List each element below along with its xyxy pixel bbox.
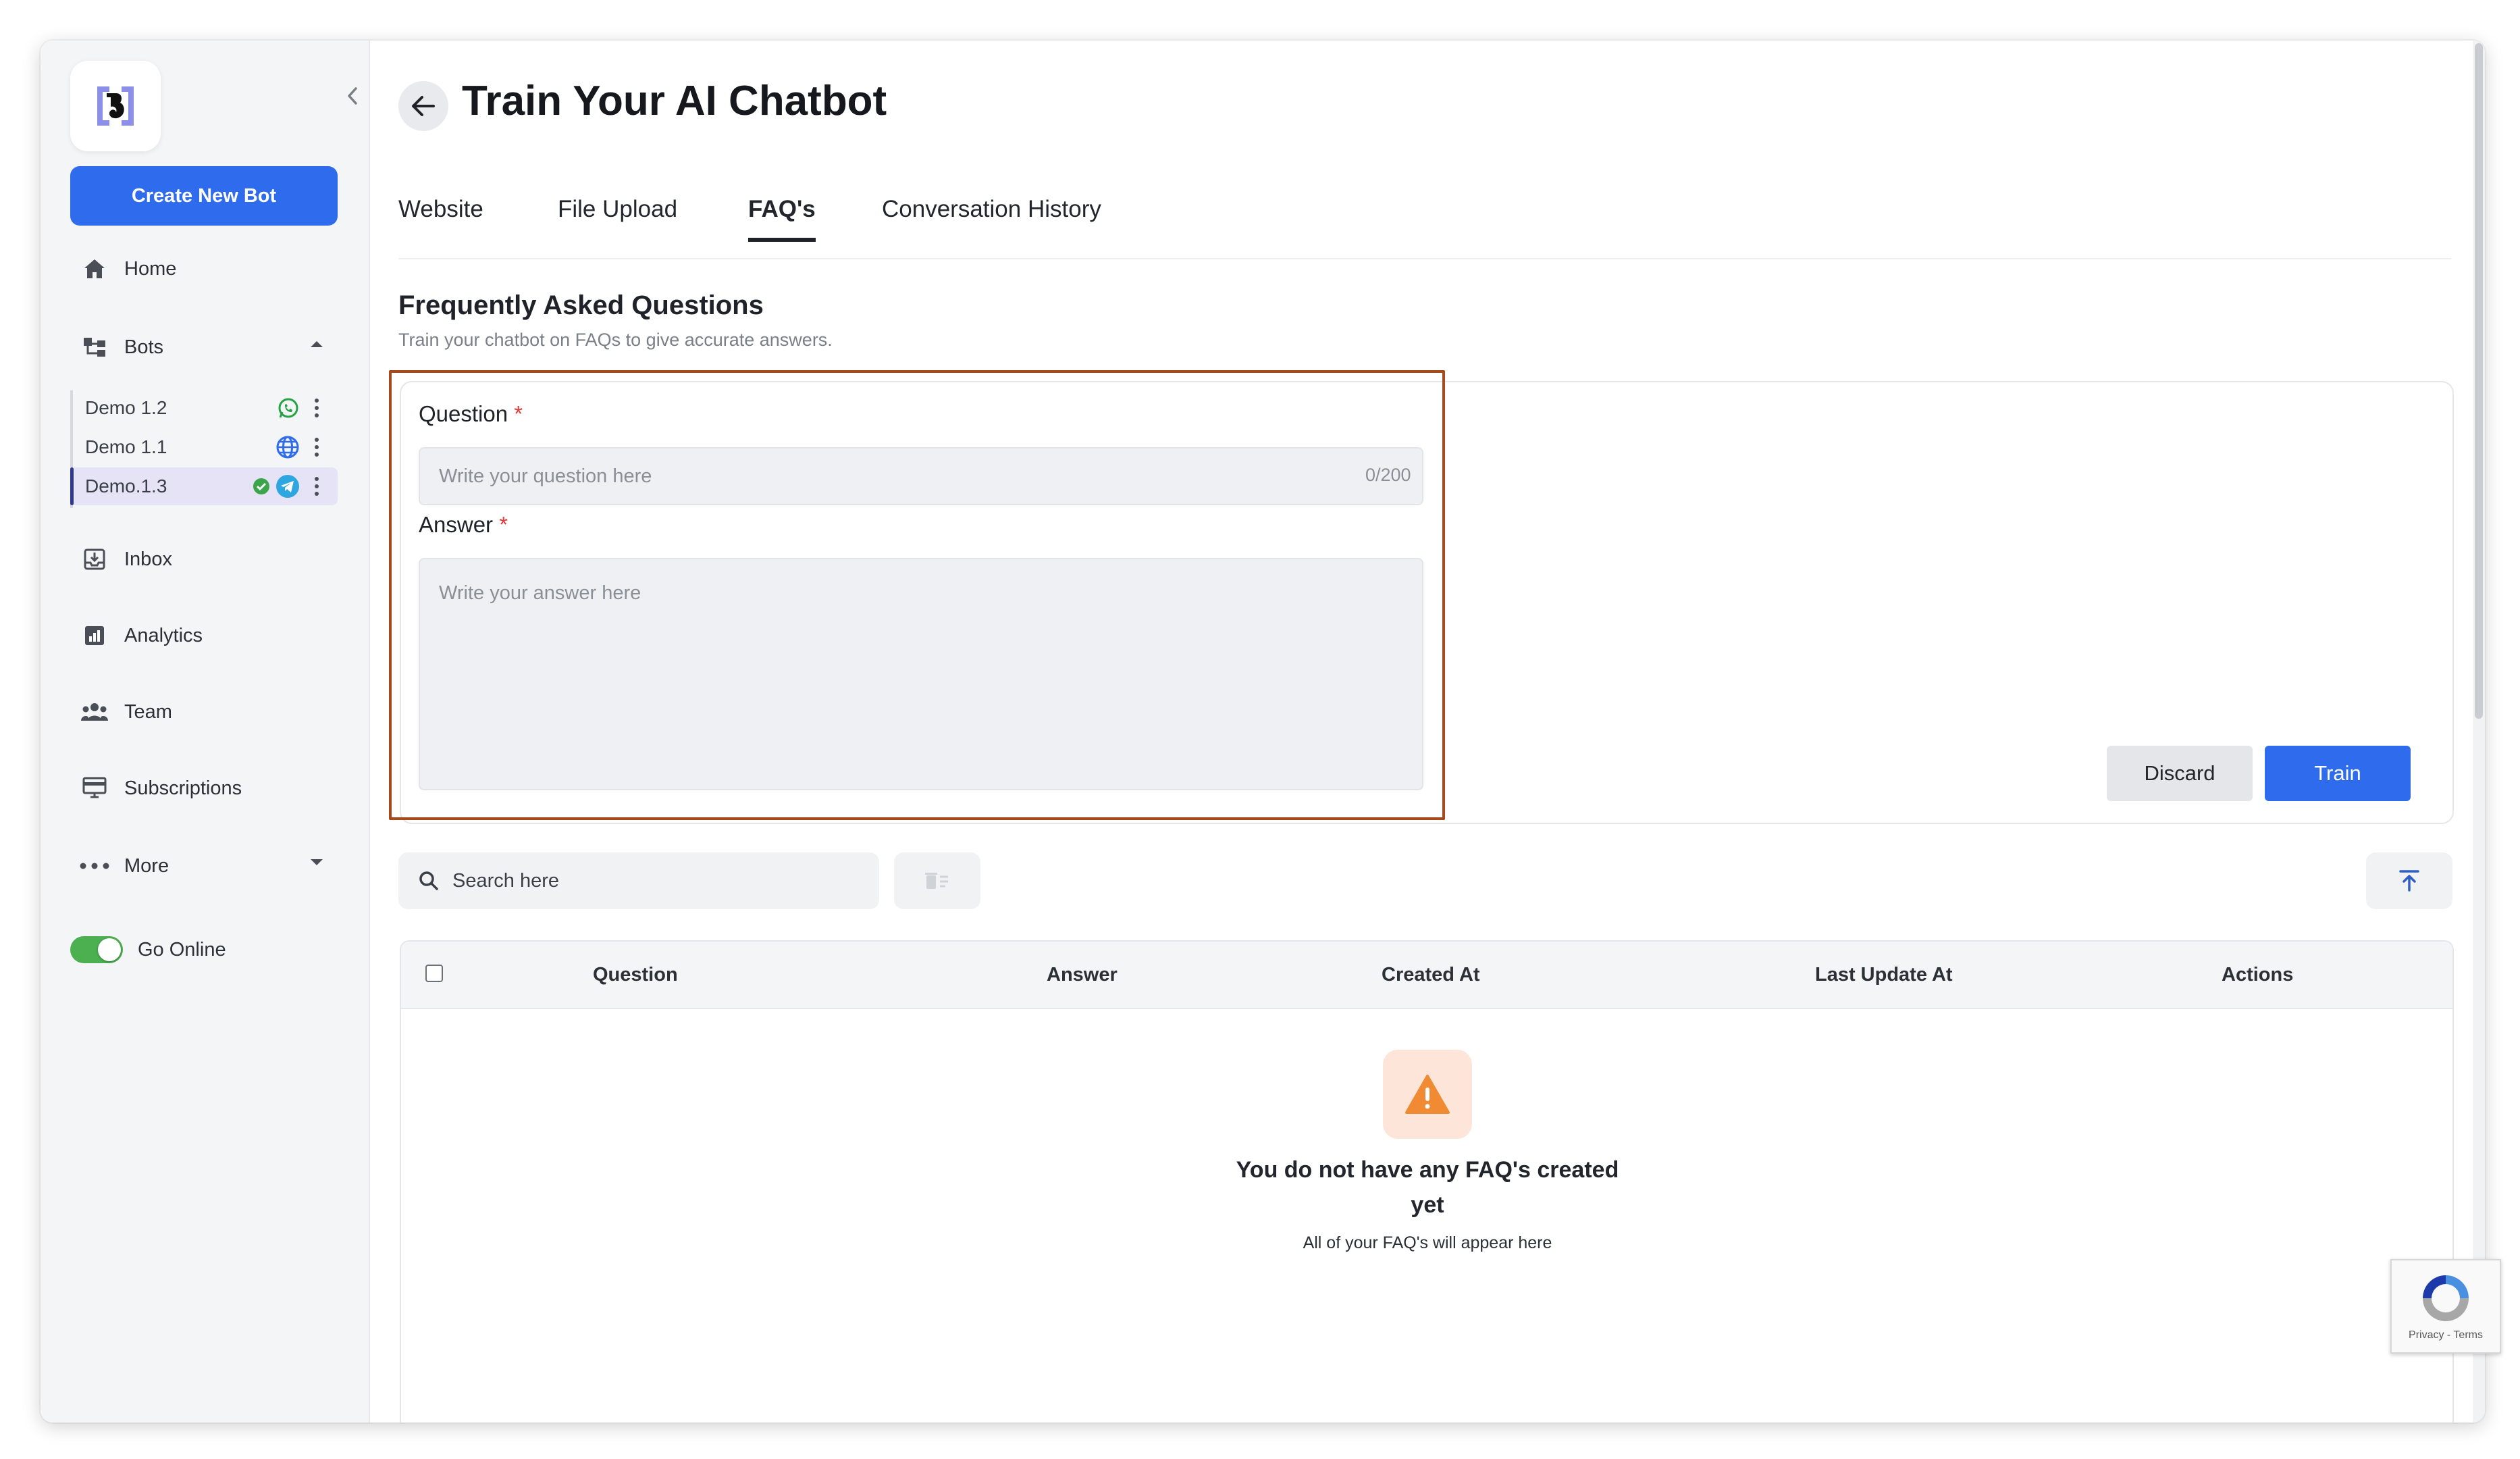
faq-table: Question Answer Created At Last Update A… — [400, 940, 2454, 1423]
globe-icon — [276, 436, 299, 459]
column-answer[interactable]: Answer — [1047, 964, 1118, 986]
tab-faqs[interactable]: FAQ's — [748, 196, 816, 242]
bot-menu-button[interactable] — [308, 399, 325, 417]
nav-home-label: Home — [124, 257, 177, 280]
bot-menu-button[interactable] — [308, 477, 325, 496]
caret-down-icon — [309, 858, 324, 871]
nav-more-label: More — [124, 854, 169, 877]
go-online-toggle[interactable]: Go Online — [70, 929, 226, 970]
answer-label: Answer * — [419, 512, 508, 538]
subscriptions-icon — [74, 777, 115, 800]
empty-state-title: You do not have any FAQ's created yet — [1236, 1157, 1619, 1218]
recaptcha-icon — [2423, 1275, 2469, 1321]
nav-subscriptions[interactable]: Subscriptions — [70, 764, 338, 813]
search-input[interactable] — [451, 869, 879, 893]
check-circle-icon — [253, 478, 269, 494]
nav-bots[interactable]: Bots — [70, 323, 338, 372]
channel-status — [277, 396, 300, 419]
create-new-bot-button[interactable]: Create New Bot — [70, 166, 338, 226]
bots-icon — [74, 336, 115, 358]
bot-item[interactable]: Demo 1.1 — [70, 428, 338, 466]
upload-icon — [2399, 870, 2419, 892]
toggle-label: Go Online — [138, 938, 226, 961]
train-button[interactable]: Train — [2265, 746, 2411, 801]
scrollbar-thumb[interactable] — [2475, 43, 2483, 719]
toggle-switch[interactable] — [70, 936, 123, 963]
bot-menu-button[interactable] — [308, 438, 325, 457]
answer-label-text: Answer — [419, 512, 494, 537]
nav-more[interactable]: More — [70, 842, 338, 890]
channel-status — [275, 435, 300, 459]
inbox-icon — [74, 548, 115, 571]
bot-item[interactable]: Demo 1.2 — [70, 389, 338, 427]
team-icon — [74, 702, 115, 722]
app-window: Create New Bot Home Bots Demo 1.2 Demo 1… — [41, 41, 2485, 1423]
tab-bar: Website File Upload FAQ's Conversation H… — [398, 173, 2451, 259]
warning-icon — [1405, 1075, 1450, 1114]
nav-analytics[interactable]: Analytics — [70, 611, 338, 660]
trash-icon — [925, 873, 948, 889]
search-bar[interactable] — [398, 852, 879, 909]
discard-button[interactable]: Discard — [2107, 746, 2253, 801]
empty-state-subtitle: All of your FAQ's will appear here — [1303, 1233, 1552, 1252]
column-created-at[interactable]: Created At — [1382, 964, 1480, 986]
nav-analytics-label: Analytics — [124, 624, 203, 646]
bot-name: Demo 1.1 — [85, 436, 167, 457]
collapse-sidebar-button[interactable] — [338, 81, 367, 111]
search-icon — [419, 871, 438, 890]
analytics-icon — [74, 624, 115, 647]
column-question[interactable]: Question — [593, 964, 678, 986]
arrow-left-icon — [412, 96, 435, 116]
column-last-update-at[interactable]: Last Update At — [1815, 964, 1953, 986]
more-dots-icon — [74, 863, 115, 869]
table-header: Question Answer Created At Last Update A… — [401, 942, 2452, 1009]
bulk-delete-button[interactable] — [894, 852, 980, 909]
tab-file-upload[interactable]: File Upload — [558, 196, 677, 238]
section-title: Frequently Asked Questions — [398, 290, 764, 320]
question-char-counter: 0/200 — [1365, 465, 1411, 485]
telegram-icon — [276, 475, 299, 498]
back-button[interactable] — [398, 81, 448, 131]
sidebar: Create New Bot Home Bots Demo 1.2 Demo 1… — [41, 41, 370, 1423]
tab-website[interactable]: Website — [398, 196, 483, 238]
answer-input[interactable] — [419, 558, 1423, 790]
select-all-checkbox[interactable] — [425, 965, 443, 982]
page-title: Train Your AI Chatbot — [462, 78, 887, 124]
nav-team-label: Team — [124, 700, 172, 723]
whatsapp-icon — [278, 398, 298, 418]
main-content: Train Your AI Chatbot Website File Uploa… — [370, 41, 2485, 1423]
required-mark: * — [499, 512, 508, 537]
logo-icon — [97, 86, 134, 126]
nav-home[interactable]: Home — [70, 245, 338, 293]
recaptcha-links[interactable]: Privacy - Terms — [2409, 1329, 2483, 1341]
chevron-left-icon — [348, 87, 357, 105]
question-label: Question * — [419, 401, 523, 427]
app-logo[interactable] — [70, 61, 161, 151]
bot-item-active[interactable]: Demo.1.3 — [70, 467, 338, 505]
question-input[interactable] — [419, 447, 1423, 505]
recaptcha-badge[interactable]: Privacy - Terms — [2390, 1259, 2501, 1354]
required-mark: * — [514, 401, 523, 426]
scrollbar[interactable] — [2473, 41, 2485, 1423]
empty-state-icon — [1383, 1050, 1472, 1139]
column-actions: Actions — [2222, 964, 2294, 986]
section-subtitle: Train your chatbot on FAQs to give accur… — [398, 330, 833, 350]
tab-conversation-history[interactable]: Conversation History — [882, 196, 1101, 238]
nav-bots-label: Bots — [124, 336, 164, 358]
home-icon — [74, 258, 115, 280]
channel-status — [253, 474, 300, 498]
bot-name: Demo 1.2 — [85, 397, 167, 418]
bot-name: Demo.1.3 — [85, 476, 167, 496]
nav-inbox[interactable]: Inbox — [70, 535, 338, 584]
caret-up-icon — [309, 339, 324, 352]
question-label-text: Question — [419, 401, 508, 426]
upload-button[interactable] — [2366, 852, 2452, 909]
nav-inbox-label: Inbox — [124, 548, 172, 570]
nav-team[interactable]: Team — [70, 688, 338, 736]
nav-subscriptions-label: Subscriptions — [124, 777, 242, 799]
